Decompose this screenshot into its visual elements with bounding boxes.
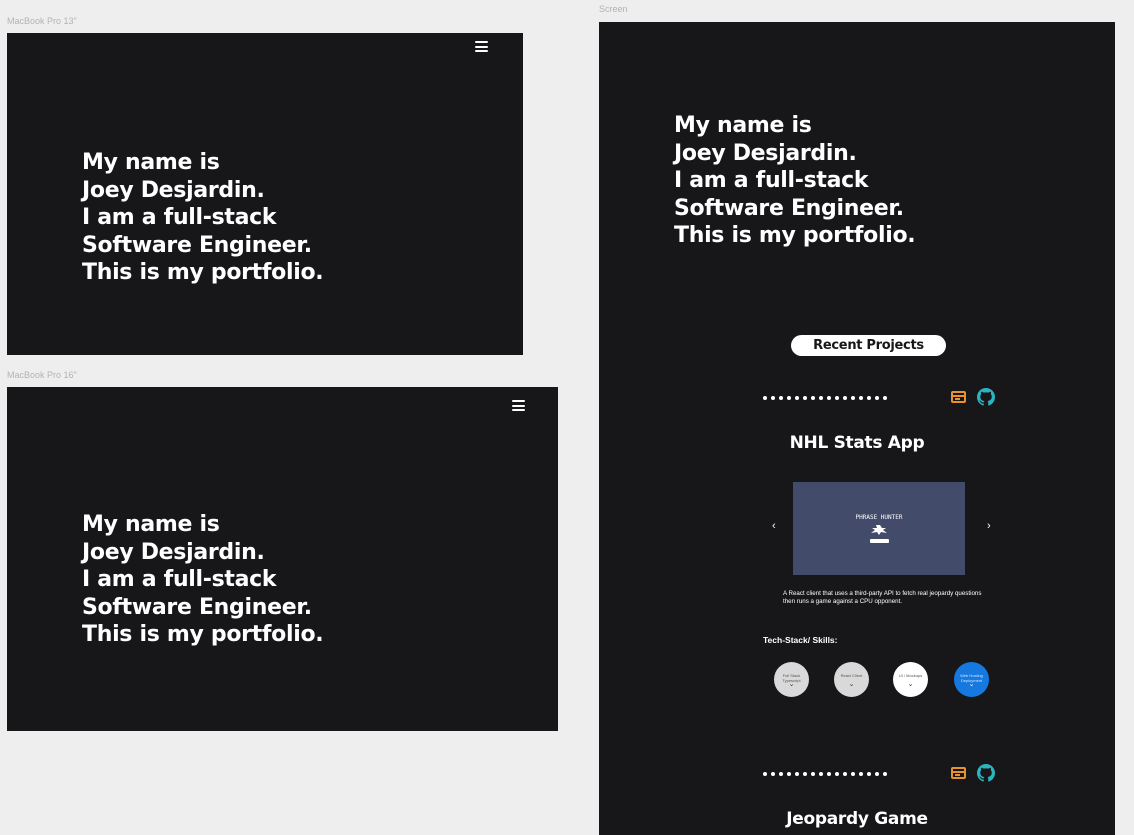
project-title: NHL Stats App xyxy=(789,433,925,453)
github-icon[interactable] xyxy=(977,764,995,782)
skill-label: React Client xyxy=(840,673,863,678)
frame-macbook-13: My name is Joey Desjardin. I am a full-s… xyxy=(7,33,523,355)
skill-bubble-react[interactable]: React Client ⌄ xyxy=(834,662,869,697)
hero-line: This is my portfolio. xyxy=(82,260,324,285)
hero-line: Software Engineer. xyxy=(82,232,312,258)
skill-bubble-ui-mockups[interactable]: UI / Mockups ⌄ xyxy=(893,662,928,697)
project-divider-dots xyxy=(763,396,887,400)
frame-label-screen: Screen xyxy=(599,4,628,14)
hero-text: My name is Joey Desjardin. I am a full-s… xyxy=(674,112,916,250)
hamburger-icon[interactable] xyxy=(475,41,488,52)
hero-line: I am a full-stack xyxy=(674,168,869,193)
hero-line: Joey Desjardin. xyxy=(82,177,265,203)
browser-window-icon[interactable] xyxy=(951,391,966,403)
project-title: Jeopardy Game xyxy=(786,809,928,829)
project-screenshot: PHRASE HUNTER xyxy=(793,482,965,575)
hero-line: Software Engineer. xyxy=(82,594,312,620)
hero-line: I am a full-stack xyxy=(82,567,277,592)
hero-line: I am a full-stack xyxy=(82,205,277,230)
chevron-down-icon: ⌄ xyxy=(907,681,914,688)
screenshot-start-button xyxy=(870,539,889,543)
chevron-down-icon: ⌄ xyxy=(968,681,975,688)
chevron-down-icon: ⌄ xyxy=(848,681,855,688)
skills-label: Tech-Stack/ Skills: xyxy=(763,635,838,645)
skill-bubble-typescript[interactable]: Full Stack Typescript ⌄ xyxy=(774,662,809,697)
browser-window-icon[interactable] xyxy=(951,767,966,779)
hero-line: Software Engineer. xyxy=(674,195,904,221)
skill-label: UI / Mockups xyxy=(898,673,923,678)
hero-line: This is my portfolio. xyxy=(674,223,916,248)
hero-text: My name is Joey Desjardin. I am a full-s… xyxy=(82,149,324,287)
recent-projects-badge: Recent Projects xyxy=(791,335,946,356)
carousel-prev-button[interactable]: ‹ xyxy=(772,520,776,532)
github-icon[interactable] xyxy=(977,388,995,406)
frame-macbook-16: My name is Joey Desjardin. I am a full-s… xyxy=(7,387,558,731)
chevron-down-icon: ⌄ xyxy=(788,681,795,688)
project-description: A React client that uses a third-party A… xyxy=(783,590,982,605)
skill-bubble-hosting[interactable]: Web Hosting Deployment ⌄ xyxy=(954,662,989,697)
screenshot-logo xyxy=(871,525,887,535)
screenshot-title: PHRASE HUNTER xyxy=(855,514,903,521)
hero-text: My name is Joey Desjardin. I am a full-s… xyxy=(82,511,324,649)
hero-line: Joey Desjardin. xyxy=(82,539,265,565)
hero-line: This is my portfolio. xyxy=(82,622,324,647)
frame-label-macbook-13: MacBook Pro 13" xyxy=(7,16,77,26)
carousel-next-button[interactable]: › xyxy=(987,520,991,532)
project-divider-dots xyxy=(763,772,887,776)
hero-line: My name is xyxy=(82,150,220,175)
hero-line: Joey Desjardin. xyxy=(674,140,857,166)
frame-screen: My name is Joey Desjardin. I am a full-s… xyxy=(599,22,1115,835)
frame-label-macbook-16: MacBook Pro 16" xyxy=(7,370,77,380)
hamburger-icon[interactable] xyxy=(512,400,525,411)
hero-line: My name is xyxy=(674,113,812,138)
hero-line: My name is xyxy=(82,512,220,537)
